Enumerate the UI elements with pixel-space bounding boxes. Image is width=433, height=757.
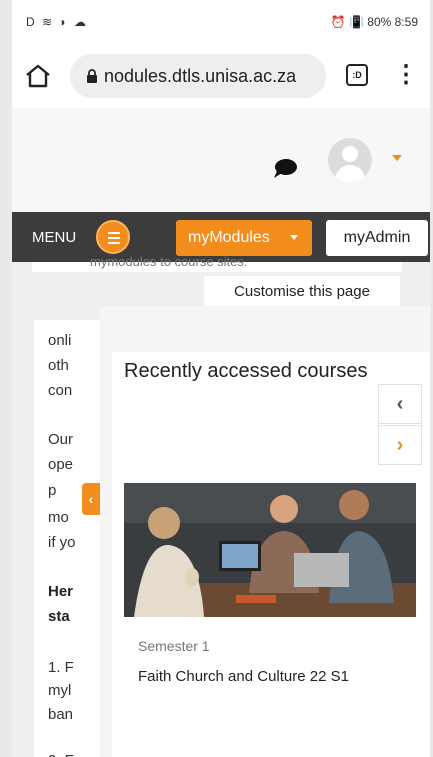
text-fragment: onli bbox=[48, 332, 72, 349]
text-fragment: mo bbox=[48, 509, 69, 526]
site-header bbox=[12, 108, 430, 212]
clipped-text: mymodules to course sites. bbox=[90, 254, 248, 269]
text-fragment: if yo bbox=[48, 534, 76, 551]
text-fragment: sta bbox=[48, 608, 70, 625]
text-fragment: 2. F bbox=[48, 752, 74, 757]
text-fragment: ban bbox=[48, 706, 74, 723]
clipped-text-block: mymodules to course sites. bbox=[32, 254, 402, 272]
phone-screen: D ≋ ◗ ☁ ⏰ 📳 80% 8:59 nodules.dtls.unisa.… bbox=[12, 0, 430, 757]
text-fragment: ope bbox=[48, 456, 74, 473]
lock-icon bbox=[87, 69, 97, 83]
next-arrow-button[interactable]: › bbox=[378, 425, 422, 465]
browser-toolbar: nodules.dtls.unisa.ac.za :D ⋮ bbox=[12, 46, 430, 108]
text-fragment: oth bbox=[48, 357, 69, 374]
text-fragment: Our bbox=[48, 431, 74, 448]
user-menu-caret-icon[interactable] bbox=[392, 155, 402, 161]
mymodules-dropdown[interactable]: myModules bbox=[176, 220, 312, 256]
chevron-down-icon bbox=[290, 235, 298, 240]
block-title: Recently accessed courses bbox=[124, 360, 368, 382]
mymodules-label: myModules bbox=[188, 229, 270, 246]
recent-courses-block: Recently accessed courses ‹ › Semester 1… bbox=[112, 352, 430, 757]
messages-icon[interactable] bbox=[272, 158, 298, 180]
course-photo-illustration bbox=[124, 483, 416, 617]
address-bar[interactable]: nodules.dtls.unisa.ac.za bbox=[70, 54, 326, 98]
hamburger-menu-button[interactable] bbox=[96, 220, 130, 254]
customise-page-button[interactable]: Customise this page bbox=[204, 276, 400, 308]
more-options-icon[interactable]: ⋮ bbox=[394, 60, 418, 90]
previous-arrow-button[interactable]: ‹ bbox=[378, 384, 422, 424]
status-icons-right: ⏰ 📳 80% 8:59 bbox=[330, 15, 418, 29]
status-bar: D ≋ ◗ ☁ ⏰ 📳 80% 8:59 bbox=[12, 0, 430, 46]
text-fragment: con bbox=[48, 382, 73, 399]
course-semester: Semester 1 bbox=[138, 638, 210, 654]
text-fragment: p bbox=[48, 482, 57, 499]
status-icons-left: D ≋ ◗ ☁ bbox=[26, 15, 88, 29]
text-fragment: 1. F bbox=[48, 659, 74, 676]
home-icon[interactable] bbox=[24, 62, 52, 90]
url-text: nodules.dtls.unisa.ac.za bbox=[104, 66, 297, 86]
course-name-link[interactable]: Faith Church and Culture 22 S1 bbox=[138, 668, 349, 685]
main-content: mymodules to course sites. Customise thi… bbox=[12, 254, 430, 757]
user-avatar[interactable] bbox=[328, 138, 372, 182]
course-image[interactable] bbox=[124, 483, 416, 617]
myadmin-button[interactable]: myAdmin bbox=[326, 220, 428, 256]
tabs-icon[interactable]: :D bbox=[346, 64, 368, 86]
text-fragment: Her bbox=[48, 583, 74, 600]
menu-label[interactable]: MENU bbox=[32, 229, 76, 246]
collapse-drawer-icon[interactable]: ‹ bbox=[82, 483, 100, 515]
text-fragment: myl bbox=[48, 682, 72, 699]
